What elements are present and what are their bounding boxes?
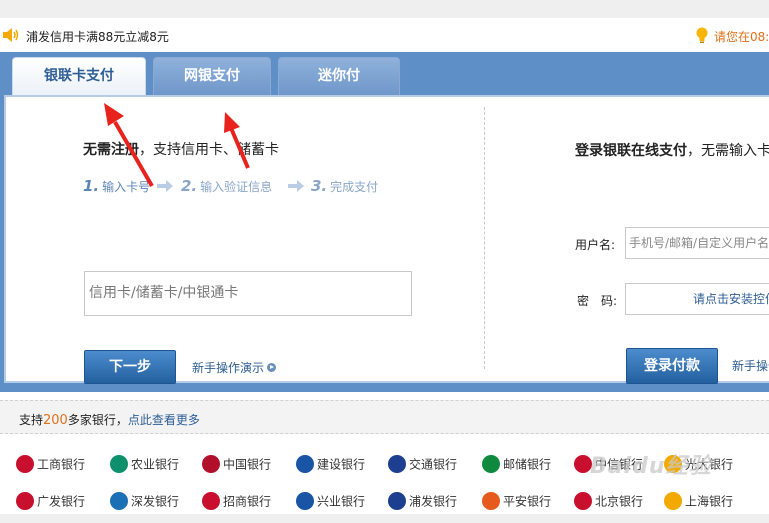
login-pay-button[interactable]: 登录付款	[626, 348, 718, 384]
bank-item[interactable]: 交通银行	[388, 455, 457, 475]
bob-logo-icon	[574, 492, 592, 510]
bank-item[interactable]: 邮储银行	[482, 455, 551, 475]
psbc-logo-icon	[482, 455, 500, 473]
step-1: 1. 输入卡号	[83, 177, 151, 195]
cmb-logo-icon	[202, 492, 220, 510]
column-divider	[484, 107, 485, 369]
bank-item[interactable]: 深发银行	[110, 492, 179, 512]
username-input[interactable]: 手机号/邮箱/自定义用户名	[625, 227, 769, 259]
banks-header: 支持200多家银行，点此查看更多	[0, 400, 769, 434]
bank-item[interactable]: 上海银行	[664, 492, 733, 512]
abc-logo-icon	[110, 455, 128, 473]
sdb-logo-icon	[110, 492, 128, 510]
promo-notice[interactable]: 浦发信用卡满88元立减8元	[26, 28, 169, 45]
tab-mini-pay[interactable]: 迷你付	[278, 57, 400, 95]
baidu-watermark: Baidu经验	[590, 454, 712, 479]
supported-banks: 支持200多家银行，点此查看更多 工商银行 农业银行 中国银行 建设银行 交通银…	[0, 392, 769, 523]
payment-panel: 银联卡支付 网银支付 迷你付 无需注册，支持信用卡、储蓄卡 1. 输入卡号 2. 输…	[0, 52, 769, 392]
login-pay-title: 登录银联在线支付，无需输入卡号	[575, 143, 769, 159]
bank-item[interactable]: 中国银行	[202, 455, 271, 475]
ccb-logo-icon	[296, 455, 314, 473]
countdown-text: 请您在08:	[714, 30, 769, 44]
step-3: 3. 完成支付	[311, 177, 379, 195]
top-strip	[0, 0, 769, 18]
next-step-button[interactable]: 下一步	[84, 350, 176, 384]
banks-suffix: 多家银行，	[67, 413, 128, 427]
bank-item[interactable]: 招商银行	[202, 492, 271, 512]
password-input[interactable]: 请点击安装控件	[625, 283, 769, 315]
bos-logo-icon	[664, 492, 682, 510]
username-label: 用户名:	[575, 238, 616, 252]
password-label: 密 码:	[577, 294, 618, 308]
circle-arrow-icon	[267, 363, 277, 372]
pingan-logo-icon	[482, 492, 500, 510]
spdb-logo-icon	[388, 492, 406, 510]
bottom-strip	[0, 514, 769, 523]
step-arrow-icon	[157, 180, 173, 192]
cgb-logo-icon	[16, 492, 34, 510]
banks-prefix: 支持	[19, 413, 44, 427]
view-more-banks-link[interactable]: 点此查看更多	[128, 413, 200, 427]
step-arrow-icon	[288, 180, 304, 192]
notice-bar: 浦发信用卡满88元立减8元 请您在08:	[0, 18, 769, 52]
lightbulb-icon	[696, 27, 708, 43]
tutorial-link[interactable]: 新手操作演示	[192, 359, 277, 376]
speaker-icon	[3, 28, 19, 42]
step-2: 2. 输入验证信息	[181, 177, 273, 195]
bocom-logo-icon	[388, 455, 406, 473]
tab-unionpay-card[interactable]: 银联卡支付	[12, 57, 146, 99]
bank-item[interactable]: 平安银行	[482, 492, 551, 512]
cib-logo-icon	[296, 492, 314, 510]
card-number-input[interactable]: 信用卡/储蓄卡/中银通卡	[84, 271, 412, 316]
bank-item[interactable]: 浦发银行	[388, 492, 457, 512]
payment-form-area: 无需注册，支持信用卡、储蓄卡 1. 输入卡号 2. 输入验证信息 3. 完成支付 信用…	[4, 95, 769, 384]
bank-item[interactable]: 农业银行	[110, 455, 179, 475]
bank-item[interactable]: 兴业银行	[296, 492, 365, 512]
tutorial-link-right[interactable]: 新手操作	[732, 357, 769, 374]
bank-item[interactable]: 广发银行	[16, 492, 85, 512]
card-pay-title: 无需注册，支持信用卡、储蓄卡	[83, 142, 279, 158]
payment-page: 浦发信用卡满88元立减8元 请您在08: 银联卡支付 网银支付 迷你付 无需注册…	[0, 0, 769, 523]
tab-netbank[interactable]: 网银支付	[153, 57, 271, 95]
icbc-logo-icon	[16, 455, 34, 473]
bank-item[interactable]: 北京银行	[574, 492, 643, 512]
bank-item[interactable]: 工商银行	[16, 455, 85, 475]
banks-count: 200	[43, 413, 68, 428]
bank-item[interactable]: 建设银行	[296, 455, 365, 475]
boc-logo-icon	[202, 455, 220, 473]
